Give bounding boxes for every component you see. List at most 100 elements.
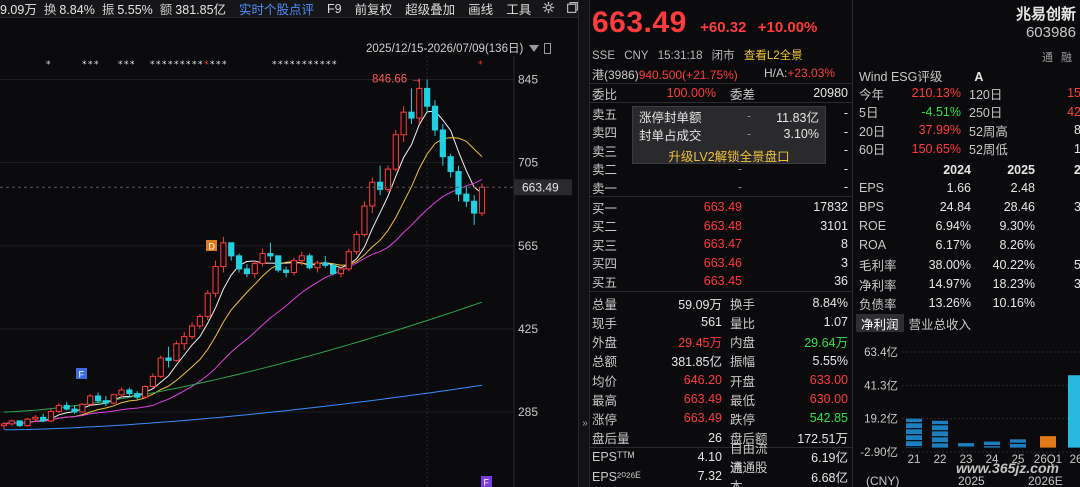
event-star-icon[interactable]: * [290,60,295,70]
candle-body [204,292,211,317]
event-star-icon[interactable]: * [278,60,283,70]
ma20-line [3,178,483,425]
ma5-line [3,110,483,425]
candle-body [63,404,70,410]
event-star-icon[interactable]: * [124,60,129,70]
panel-splitter[interactable]: » [578,0,590,487]
event-star-icon[interactable]: * [46,60,51,70]
order-book-buy-row: 买二 663.48 3101 [592,217,848,235]
stock-review-button[interactable]: 实时个股点评 [239,0,314,17]
event-star-icon[interactable]: * [180,60,185,70]
event-star-icon[interactable]: * [272,60,277,70]
net-profit-bar[interactable] [1040,436,1056,448]
perf-value: 210.13% [911,86,961,100]
financial-value: 14.97% [928,277,971,291]
financial-value: 13.26% [928,296,971,311]
tools-button[interactable]: 工具 [506,0,531,17]
ma10-line [3,137,483,425]
event-star-icon[interactable]: * [308,60,313,70]
event-star-icon[interactable]: * [204,60,209,70]
candle-body [306,255,313,269]
weibi-label: 委比 [592,87,618,102]
tab-total-revenue[interactable]: 营业总收入 [904,314,977,332]
event-star-icon[interactable]: * [198,60,203,70]
stat-label: 流通股本 [730,461,768,487]
financial-value: 18.23% [992,277,1035,291]
event-star-icon[interactable]: * [478,60,483,70]
event-star-icon[interactable]: * [216,60,221,70]
event-star-icon[interactable]: * [314,60,319,70]
event-star-icon[interactable]: * [162,60,167,70]
tab-net-profit[interactable]: 净利润 [856,314,904,332]
event-star-icon[interactable]: * [174,60,179,70]
super-overlay-button[interactable]: 超级叠加 [405,0,455,17]
event-star-icon[interactable]: * [320,60,325,70]
net-profit-bar[interactable] [984,441,1000,448]
financial-header-row: 2024 2025 2 [859,160,1080,179]
draw-line-button[interactable]: 画线 [468,0,493,17]
event-star-icon[interactable]: * [326,60,331,70]
bar-x-label: 22 [934,454,947,466]
event-star-icon[interactable]: * [296,60,301,70]
stat-value: 633.00 [809,373,848,388]
financial-value: 5 [1074,257,1080,272]
financial-value: 3 [1074,199,1080,214]
hk-price: 940.500(+21.75%) [638,68,738,82]
divider [590,196,852,197]
event-star-icon[interactable]: * [192,60,197,70]
financial-header-cell: 2025 [1007,162,1035,177]
l2-view-link[interactable]: 查看L2全景 [744,50,803,62]
gear-icon[interactable] [542,1,555,17]
net-profit-bar[interactable] [1068,375,1080,448]
bar-y-tick: 41.3亿 [864,379,898,392]
event-star-icon[interactable]: * [88,60,93,70]
stat-label: 总量 [592,297,618,312]
stat-label: 振幅 [730,355,756,370]
event-star-icon[interactable]: * [210,60,215,70]
financial-value: 1.66 [946,180,971,195]
candle-body [463,193,470,202]
financial-value: 40.22% [992,257,1035,272]
event-star-icon[interactable]: * [118,60,123,70]
ma120-line [4,384,483,431]
date-range-selector[interactable]: 2025/12/15-2026/07/09(136日) [366,40,552,56]
candle-body [259,252,266,265]
event-star-icon[interactable]: * [222,60,227,70]
restore-window-icon[interactable] [566,1,578,17]
event-star-icon[interactable]: * [186,60,191,70]
order-book-buy-row: 买四 663.46 3 [592,254,848,272]
quote-panel: 663.49 +60.32 +10.00% SSE CNY 15:31:18 闭… [590,0,852,487]
candle-body [298,255,305,262]
event-star-icon[interactable]: * [150,60,155,70]
performance-row: 今年 210.13% 120日 15 [859,84,1080,102]
event-star-icon[interactable]: * [94,60,99,70]
order-book-buy-row: 买三 663.47 8 [592,235,848,253]
event-star-icon[interactable]: * [156,60,161,70]
order-book-buy-row: 买一 663.49 17832 [592,198,848,216]
stat-label: 最低 [730,393,756,408]
candlestick-chart[interactable]: 845705565425285 846.66 →663.49DFF* * * * * * *… [0,56,578,487]
stat-row: 现手 561 量比 1.07 [592,313,848,332]
financial-row: ROE 6.94% 9.30% [859,217,1080,236]
event-star-icon[interactable]: * [82,60,87,70]
stat-row: 外盘 29.45万 内盘 29.64万 [592,332,848,351]
event-star-icon[interactable]: * [130,60,135,70]
limit-order-amount: 11.83亿 [776,110,819,125]
event-star-icon[interactable]: * [302,60,307,70]
weibi-value: 100.00% [666,86,716,100]
event-star-icon[interactable]: * [284,60,289,70]
perf-label: 今年 [859,87,885,102]
rong-tag: 融 [1061,52,1072,64]
upgrade-lv2-button[interactable]: 升级LV2解锁全景盘口 [633,146,825,165]
f9-button[interactable]: F9 [327,2,342,16]
esg-rating[interactable]: Wind ESG评级 A [859,66,983,85]
event-star-icon[interactable]: * [168,60,173,70]
candle-body [455,171,462,195]
stat-value: 8.84% [812,296,848,311]
stat-value: 381.85亿 [671,355,722,370]
financial-label: BPS [859,199,885,214]
event-star-icon[interactable]: * [332,60,337,70]
limit-order-ratio: 3.10% [783,127,819,141]
stat-label: 总额 [592,355,618,370]
forward-adjust-button[interactable]: 前复权 [355,0,393,17]
